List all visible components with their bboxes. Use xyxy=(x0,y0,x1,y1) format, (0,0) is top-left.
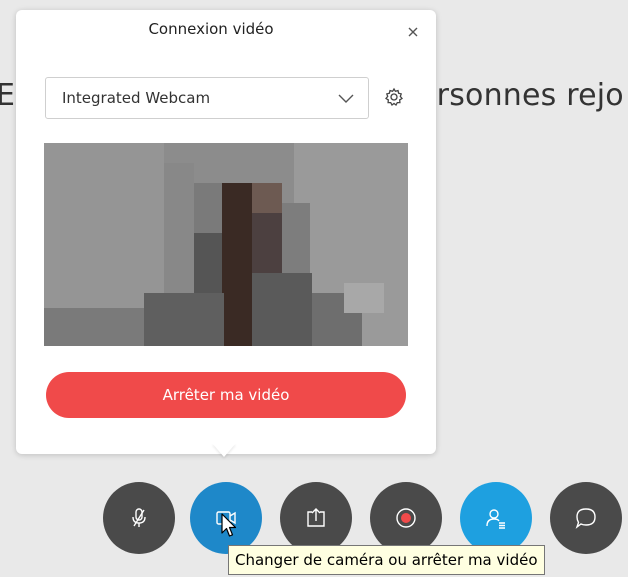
gear-icon[interactable] xyxy=(384,87,404,107)
camera-select[interactable]: Integrated Webcam xyxy=(45,77,369,119)
chat-bubble-icon xyxy=(575,508,596,529)
participants-button[interactable] xyxy=(460,482,532,554)
tooltip: Changer de caméra ou arrêter ma vidéo xyxy=(228,545,545,575)
popover-arrow xyxy=(212,443,236,457)
chat-button[interactable] xyxy=(550,482,622,554)
stop-video-button[interactable]: Arrêter ma vidéo xyxy=(46,372,406,418)
participants-icon xyxy=(486,509,505,529)
background-text-right: ersonnes rejo xyxy=(418,78,624,113)
mute-button[interactable] xyxy=(103,482,175,554)
share-upload-icon xyxy=(307,508,325,527)
record-icon xyxy=(396,508,416,528)
mouse-cursor-icon xyxy=(221,513,237,537)
microphone-muted-icon xyxy=(132,508,146,527)
background-text-left: E xyxy=(0,78,16,113)
video-preview xyxy=(44,143,408,346)
chevron-down-icon xyxy=(338,94,354,103)
dialog-title: Connexion vidéo xyxy=(148,20,274,38)
video-connection-dialog: Connexion vidéo Integrated Webcam Arrête… xyxy=(16,10,436,454)
close-icon[interactable] xyxy=(404,23,422,41)
camera-select-value: Integrated Webcam xyxy=(62,89,211,107)
record-button[interactable] xyxy=(370,482,442,554)
share-button[interactable] xyxy=(280,482,352,554)
